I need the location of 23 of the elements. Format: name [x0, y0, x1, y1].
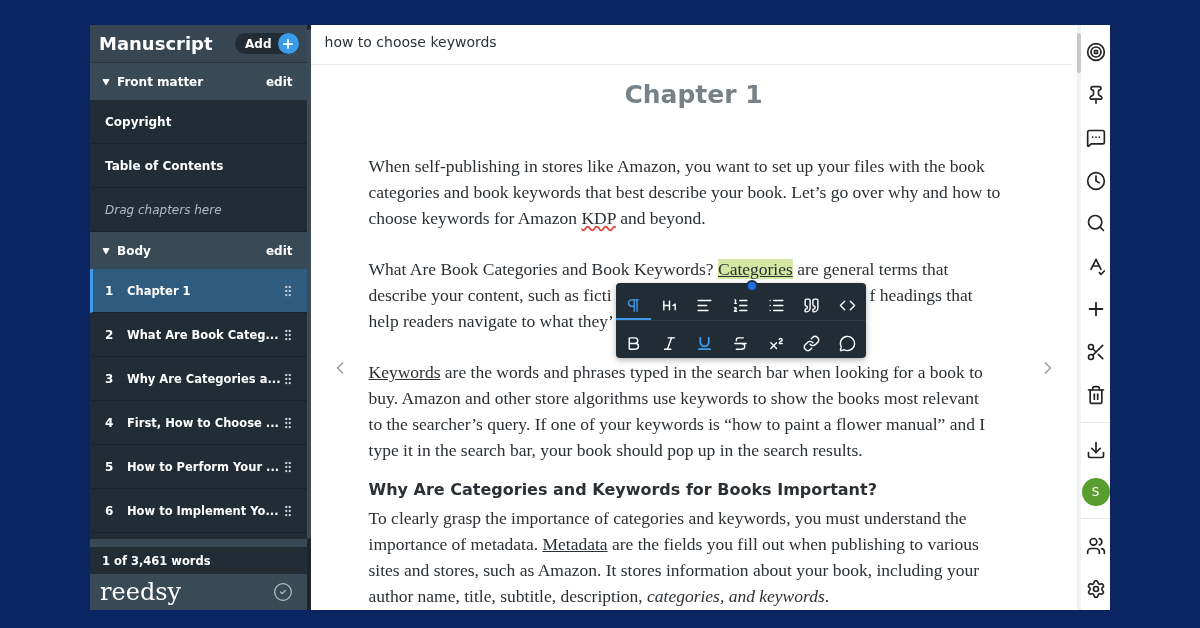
section-header[interactable]: Front matter edit	[90, 63, 307, 100]
link[interactable]: Metadata	[542, 534, 608, 554]
paragraph: Keywords are the words and phrases typed in the search bar when looking for a book to buy. Amazon and other store algorithms use keywords to show the books most relevant to the searcher’s query. If one of your keywords is “how to paint a flower manual” and I type it in the search bar, your book should pop up in the search results.	[368, 361, 987, 462]
link[interactable]: Keywords	[368, 362, 441, 382]
paragraph: When self-publishing in stores like Amazon, you want to set up your files with the book categories and book keywords that best describe your book. Let’s go over why and how to choose keywords for Amazon KDP and beyond.	[368, 155, 1002, 230]
check-icon[interactable]	[272, 582, 293, 602]
edit-link[interactable]: edit	[265, 74, 293, 89]
assistant-badge-icon[interactable]	[745, 280, 758, 292]
plus-icon[interactable]	[277, 33, 299, 54]
word-count: 1 of 3,461 words	[101, 552, 212, 570]
edit-link[interactable]: edit	[265, 243, 293, 258]
sidebar-title: Manuscript	[99, 33, 213, 54]
logo: reedsy	[100, 578, 182, 606]
add-button[interactable]: Add	[235, 33, 299, 54]
paragraph: To clearly grasp the importance of categories and keywords, you must understand the importance of metadata. Metadata are the fields you fill out when publishing to various sites and stores, such as Amazon. It stores information about your book, including your author name, title, subtitle, description, categories, and keywords.	[368, 507, 980, 608]
link[interactable]: Categories	[717, 259, 793, 279]
chapter-item[interactable]: 1 Chapter 1	[90, 269, 307, 313]
section-heading: Why Are Categories and Keywords for Books Important?	[368, 480, 878, 499]
section-title: Body	[102, 243, 151, 258]
chapter-title: Chapter 1	[623, 80, 764, 109]
section-title: Front matter	[102, 74, 204, 89]
section-header[interactable]: Body edit	[90, 232, 307, 269]
paragraph: What Are Book Categories and Book Keywords? Categories are general terms that describe your content, such as ficti f headings that help readers navigate to what they’	[368, 256, 1019, 334]
